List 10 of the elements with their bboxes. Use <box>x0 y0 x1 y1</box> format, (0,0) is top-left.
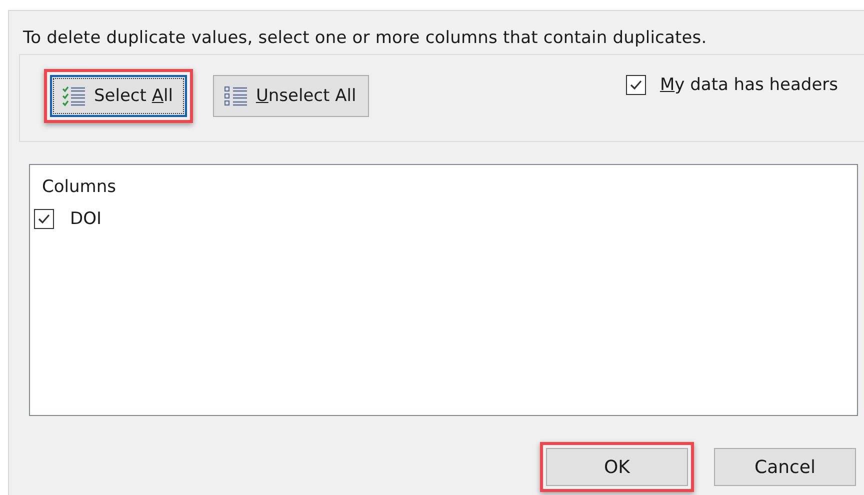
select-all-button[interactable]: Select All <box>50 75 187 117</box>
list-icon <box>224 85 248 107</box>
instruction-text: To delete duplicate values, select one or more columns that contain duplicates. <box>23 28 708 48</box>
unselect-all-button[interactable]: Unselect All <box>212 75 370 117</box>
headers-checkbox[interactable]: My data has headers <box>626 75 838 95</box>
column-checkbox[interactable]: DOI <box>34 209 857 229</box>
list-header: Columns <box>42 177 117 197</box>
checklist-icon <box>62 85 86 107</box>
ok-button[interactable]: OK <box>546 448 688 486</box>
cancel-button[interactable]: Cancel <box>714 448 856 486</box>
